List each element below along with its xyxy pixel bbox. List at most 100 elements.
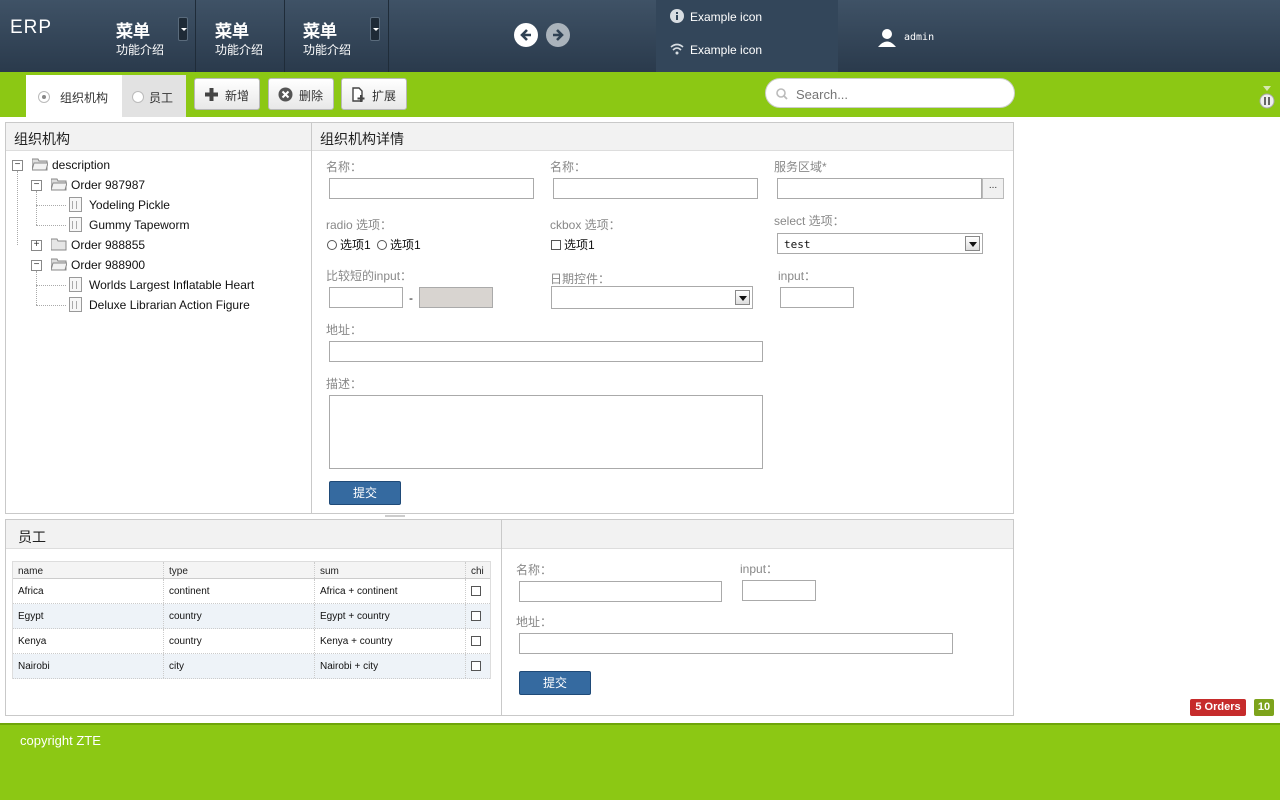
submit-button[interactable]: 提交: [329, 481, 401, 505]
cell-type: continent: [164, 579, 315, 603]
tree-leaf[interactable]: Yodeling Pickle: [69, 197, 299, 215]
cell-text: country: [169, 636, 202, 647]
name-label: 名称：: [326, 160, 363, 174]
input-field[interactable]: [780, 287, 854, 308]
employee-address-input[interactable]: [519, 633, 953, 654]
expand-icon[interactable]: +: [31, 240, 42, 251]
row-checkbox[interactable]: [471, 661, 481, 671]
panel-splitter[interactable]: [385, 515, 405, 517]
menu-3[interactable]: 菜单 功能介绍: [303, 0, 389, 72]
tree-leaf-label: Deluxe Librarian Action Figure: [89, 298, 250, 312]
employee-submit-button[interactable]: 提交: [519, 671, 591, 695]
tree-connector: [36, 271, 37, 305]
name-label-2: 名称：: [550, 160, 587, 174]
menu-2[interactable]: 菜单 功能介绍: [215, 0, 285, 72]
settings-toggle-icon[interactable]: [1259, 84, 1275, 110]
add-button[interactable]: 新增: [194, 78, 260, 110]
row-checkbox[interactable]: [471, 586, 481, 596]
organization-panel-title: 组织机构: [14, 131, 70, 147]
organization-detail-panel: 组织机构详情 名称： 名称： 服务区域* ... radio 选项： 选项1 选…: [311, 122, 1014, 514]
tree-node-order[interactable]: − Order 987987: [31, 177, 301, 195]
cell-text: Kenya: [18, 636, 47, 647]
menu-3-title: 菜单: [303, 22, 337, 41]
table-row[interactable]: Nairobi city Nairobi + city: [13, 654, 490, 679]
menu-1-dropdown-icon[interactable]: [178, 17, 188, 41]
row-checkbox[interactable]: [471, 636, 481, 646]
cell-name: Africa: [13, 579, 164, 603]
employee-panel-title: 员工: [18, 529, 46, 545]
delete-button[interactable]: 删除: [268, 78, 334, 110]
tree-node-label: description: [52, 158, 111, 172]
column-header-sum[interactable]: sum: [315, 562, 466, 578]
menu-1-subtitle: 功能介绍: [116, 43, 165, 57]
back-arrow-icon[interactable]: [514, 23, 538, 47]
tree-node-root[interactable]: − description: [12, 157, 302, 175]
column-header-label: sum: [320, 566, 339, 577]
description-textarea[interactable]: [329, 395, 763, 469]
service-area-input[interactable]: [777, 178, 982, 199]
calendar-dropdown-icon[interactable]: [735, 290, 750, 305]
tree-leaf[interactable]: Gummy Tapeworm: [69, 217, 299, 235]
name-input-2[interactable]: [553, 178, 758, 199]
radio-option-1[interactable]: 选项1: [327, 236, 371, 253]
cell-name: Egypt: [13, 604, 164, 628]
user-menu[interactable]: admin: [878, 28, 934, 51]
tree-leaf[interactable]: Deluxe Librarian Action Figure: [69, 297, 304, 315]
count-badge[interactable]: 10: [1254, 699, 1274, 716]
address-input[interactable]: [329, 341, 763, 362]
radio-group-label: radio 选项：: [326, 218, 393, 232]
menu-1[interactable]: 菜单 功能介绍: [116, 0, 196, 72]
search-box[interactable]: [765, 78, 1015, 108]
range-separator: -: [409, 291, 413, 305]
tree-node-order[interactable]: + Order 988855: [31, 237, 301, 255]
employee-name-input[interactable]: [519, 581, 722, 602]
example-label-2: Example icon: [690, 43, 763, 57]
search-icon: [776, 88, 788, 100]
dropdown-arrow-icon[interactable]: [965, 236, 980, 251]
column-header-chi[interactable]: chi: [466, 562, 490, 578]
select-dropdown[interactable]: test: [777, 233, 983, 254]
service-area-label: 服务区域*: [774, 160, 827, 174]
tab-organization[interactable]: 组织机构: [26, 75, 122, 117]
orders-badge[interactable]: 5 Orders: [1190, 699, 1246, 716]
row-checkbox[interactable]: [471, 611, 481, 621]
extend-button[interactable]: 扩展: [341, 78, 407, 110]
cell-text: city: [169, 661, 184, 672]
employee-address-label: 地址：: [516, 615, 553, 629]
menu-3-dropdown-icon[interactable]: [370, 17, 380, 41]
collapse-icon[interactable]: −: [31, 180, 42, 191]
grid-header-row: name type sum chi: [13, 562, 490, 579]
date-picker[interactable]: [551, 286, 753, 309]
search-input[interactable]: [796, 85, 996, 103]
employee-input-field[interactable]: [742, 580, 816, 601]
column-header-name[interactable]: name: [13, 562, 164, 578]
tree-leaf[interactable]: Worlds Largest Inflatable Heart: [69, 277, 304, 295]
checkbox-option-1[interactable]: 选项1: [551, 236, 595, 253]
organization-panel: 组织机构 − description − Order 987987 Yodeli…: [5, 122, 312, 514]
table-row[interactable]: Kenya country Kenya + country: [13, 629, 490, 654]
radio-option-2[interactable]: 选项1: [377, 236, 421, 253]
tab-employee[interactable]: 员工: [122, 75, 186, 117]
service-area-picker-button[interactable]: ...: [982, 178, 1004, 199]
cell-text: Egypt: [18, 611, 44, 622]
copyright-text: copyright ZTE: [20, 733, 101, 748]
cell-name: Kenya: [13, 629, 164, 653]
tree-leaf-label: Gummy Tapeworm: [89, 218, 190, 232]
table-row[interactable]: Africa continent Africa + continent: [13, 579, 490, 604]
collapse-icon[interactable]: −: [31, 260, 42, 271]
cell-text: Africa + continent: [320, 586, 398, 597]
view-tabs: 组织机构 员工: [26, 75, 186, 117]
range-end-input[interactable]: [419, 287, 493, 308]
name-input[interactable]: [329, 178, 534, 199]
collapse-icon[interactable]: −: [12, 160, 23, 171]
range-start-input[interactable]: [329, 287, 403, 308]
table-row[interactable]: Egypt country Egypt + country: [13, 604, 490, 629]
tree-node-order[interactable]: − Order 988900: [31, 257, 301, 275]
forward-arrow-icon[interactable]: [546, 23, 570, 47]
cell-chi: [466, 604, 490, 628]
footer: copyright ZTE: [0, 723, 1280, 800]
column-header-label: type: [169, 566, 188, 577]
cell-text: country: [169, 611, 202, 622]
select-label: select 选项：: [774, 214, 845, 228]
column-header-type[interactable]: type: [164, 562, 315, 578]
